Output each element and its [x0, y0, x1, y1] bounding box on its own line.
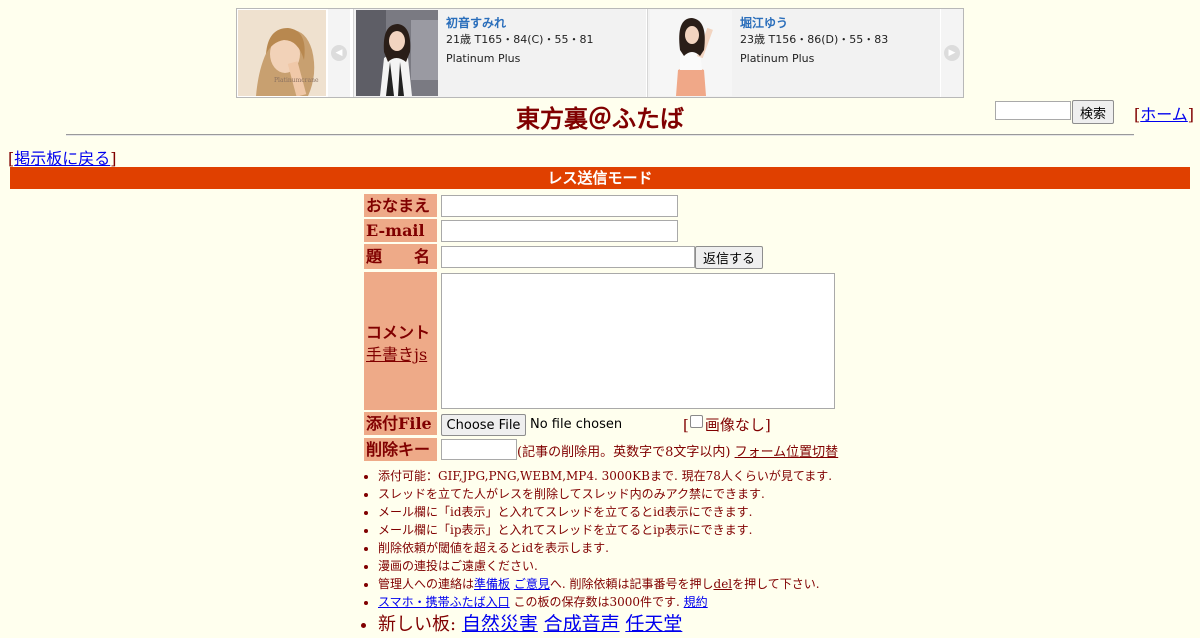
banner-card-1-photo	[356, 10, 438, 96]
delete-key-input[interactable]	[441, 439, 517, 460]
no-image-label: 画像なし	[704, 416, 765, 434]
comment-textarea[interactable]	[441, 273, 835, 409]
new-board-link-synth-voice[interactable]: 合成音声	[544, 613, 620, 635]
banner-card-2-name[interactable]: 堀江ゆう	[740, 14, 788, 31]
list-item: 漫画の連投はご遠慮ください.	[378, 557, 938, 575]
feedback-link[interactable]: ご意見	[514, 577, 550, 591]
submit-reply-button[interactable]: 返信する	[695, 246, 763, 269]
banner-prev-button[interactable]: ◀	[328, 9, 350, 97]
banner-card-2-plan: Platinum Plus	[740, 52, 815, 65]
list-item: スマホ・携帯ふたば入口 この板の保存数は3000件です. 規約	[378, 593, 938, 611]
banner-thumbnail-image: Platinumcrane	[238, 10, 326, 96]
banner-thumbnail-caption: Platinumcrane	[274, 77, 319, 84]
list-item: 削除依頼が閾値を超えるとidを表示します.	[378, 539, 938, 557]
chevron-right-icon: ▶	[944, 45, 960, 61]
list-item: 新しい板: 自然災害 合成音声 任天堂	[378, 611, 938, 637]
banner-card-1-name[interactable]: 初音すみれ	[446, 14, 506, 31]
banner-next-button[interactable]: ▶	[941, 9, 963, 97]
list-item: 管理人への連絡は準備板 ご意見へ. 削除依頼は記事番号を押しdelを押して下さい…	[378, 575, 938, 593]
banner-card-1[interactable]: 初音すみれ 21歳 T165・84(C)・55・81 Platinum Plus	[353, 9, 646, 97]
file-label: 添付File	[364, 412, 437, 435]
choose-file-button[interactable]: Choose File	[441, 414, 526, 436]
name-label: おなまえ	[364, 194, 437, 217]
home-link[interactable]: ホーム	[1140, 105, 1188, 124]
subject-input[interactable]	[441, 246, 695, 268]
search-input[interactable]	[995, 101, 1071, 120]
banner-card-2[interactable]: 堀江ゆう 23歳 T156・86(D)・55・83 Platinum Plus	[647, 9, 940, 97]
list-item: 添付可能：GIF,JPG,PNG,WEBM,MP4. 3000KBまで. 現在7…	[378, 467, 938, 485]
no-file-chosen-text: No file chosen	[530, 417, 623, 432]
delete-key-label: 削除キー	[364, 438, 437, 461]
board-rules-list: 添付可能：GIF,JPG,PNG,WEBM,MP4. 3000KBまで. 現在7…	[364, 467, 938, 637]
back-to-board-link[interactable]: 掲示板に戻る	[14, 149, 110, 168]
delete-key-note: (記事の削除用。英数字で8文字以内) フォーム位置切替	[517, 445, 839, 460]
prep-board-link[interactable]: 準備板	[474, 577, 510, 591]
list-item: メール欄に「ip表示」と入れてスレッドを立てるとip表示にできます.	[378, 521, 938, 539]
banner-card-1-plan: Platinum Plus	[446, 52, 521, 65]
email-input[interactable]	[441, 220, 678, 242]
no-image-option[interactable]: [画像なし]	[683, 414, 771, 435]
list-item: メール欄に「id表示」と入れてスレッドを立てるとid表示にできます.	[378, 503, 938, 521]
form-position-toggle-link[interactable]: フォーム位置切替	[735, 445, 839, 460]
new-board-link-nintendo[interactable]: 任天堂	[625, 613, 682, 635]
handwrite-link[interactable]: 手書きjs	[366, 341, 427, 365]
comment-label: コメント	[366, 323, 431, 342]
banner-card-2-stats: 23歳 T156・86(D)・55・83	[740, 33, 889, 46]
ad-banner[interactable]: Platinumcrane ◀ 初音すみれ 21歳 T165・84(C)・55・…	[236, 8, 964, 98]
chevron-left-icon: ◀	[331, 45, 347, 61]
back-link-wrap: [掲示板に戻る]	[8, 149, 117, 168]
mobile-entrance-link[interactable]: スマホ・携帯ふたば入口	[378, 595, 510, 609]
banner-card-1-stats: 21歳 T165・84(C)・55・81	[446, 33, 594, 46]
email-label: E-mail	[364, 219, 437, 242]
no-image-checkbox[interactable]	[689, 415, 703, 428]
new-board-link-disaster[interactable]: 自然災害	[462, 613, 538, 635]
search-button[interactable]: 検索	[1072, 100, 1114, 124]
name-input[interactable]	[441, 195, 678, 217]
del-link[interactable]: del	[714, 577, 733, 591]
list-item: スレッドを立てた人がレスを削除してスレッド内のみアク禁にできます.	[378, 485, 938, 503]
banner-thumbnail[interactable]: Platinumcrane	[238, 10, 326, 96]
terms-link[interactable]: 規約	[684, 595, 708, 609]
reply-mode-bar: レス送信モード	[10, 167, 1190, 189]
comment-label-cell: コメント 手書きjs	[364, 272, 437, 410]
banner-card-2-photo	[650, 10, 732, 96]
subject-label: 題 名	[364, 244, 437, 269]
home-link-wrap: [ホーム]	[1134, 105, 1195, 124]
title-divider	[66, 134, 1134, 136]
